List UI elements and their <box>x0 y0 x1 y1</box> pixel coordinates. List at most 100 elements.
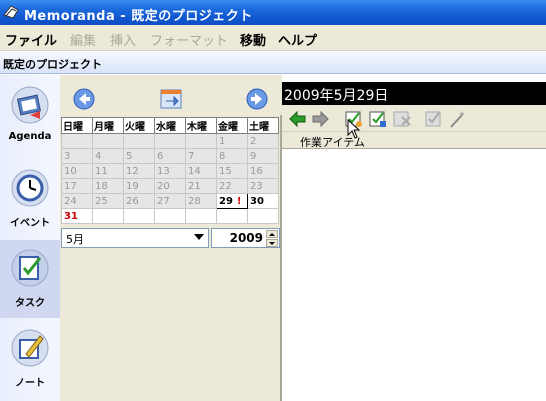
calendar-day[interactable]: 12 <box>123 163 155 179</box>
calendar-day <box>247 208 279 224</box>
weekday-header: 火曜 <box>123 117 155 134</box>
calendar-panel: 日曜 月曜 火曜 水曜 木曜 金曜 土曜 1 2 3 4 5 6 7 8 9 1… <box>60 75 282 401</box>
calendar-day[interactable]: 1 <box>216 133 248 149</box>
month-select[interactable]: 5月 <box>61 228 209 248</box>
calendar-empty-area <box>61 250 280 401</box>
new-subtask-icon[interactable] <box>368 109 388 129</box>
task-icon <box>11 249 49 287</box>
sidebar-item-label: Agenda <box>8 131 52 142</box>
calendar-day[interactable]: 8 <box>216 148 248 164</box>
back-arrow-icon[interactable] <box>288 109 308 129</box>
calendar-day[interactable]: 26 <box>123 193 155 209</box>
next-month-button[interactable] <box>246 88 268 110</box>
chevron-down-icon[interactable] <box>194 234 204 240</box>
calendar-day[interactable]: 16 <box>247 163 279 179</box>
calendar-grid: 日曜 月曜 火曜 水曜 木曜 金曜 土曜 1 2 3 4 5 6 7 8 9 1… <box>61 117 280 224</box>
calendar-day[interactable]: 9 <box>247 148 279 164</box>
delete-task-icon[interactable] <box>392 109 412 129</box>
task-mark: ! <box>236 195 242 207</box>
calendar-day[interactable]: 30 <box>247 193 279 209</box>
calendar-day[interactable]: 5 <box>123 148 155 164</box>
menu-file[interactable]: ファイル <box>5 30 57 49</box>
selected-day-number: 29 <box>219 195 233 207</box>
project-name: 既定のプロジェクト <box>3 58 102 71</box>
calendar-day <box>154 208 186 224</box>
menu-help[interactable]: ヘルプ <box>278 30 317 49</box>
calendar-day[interactable]: 25 <box>92 193 124 209</box>
sidebar-item-label: タスク <box>15 298 45 309</box>
spin-down-icon[interactable] <box>266 239 278 247</box>
calendar-day <box>92 208 124 224</box>
weekday-header: 日曜 <box>61 117 93 134</box>
complete-task-icon[interactable] <box>424 109 444 129</box>
sidebar: Agenda イベント タスク ノート <box>0 75 60 401</box>
mouse-cursor-icon <box>347 119 361 139</box>
calendar-day[interactable]: 24 <box>61 193 93 209</box>
calendar-day[interactable]: 11 <box>92 163 124 179</box>
weekday-header: 土曜 <box>247 117 279 134</box>
calendar-day[interactable]: 6 <box>154 148 186 164</box>
sidebar-item-label: イベント <box>10 218 50 229</box>
date-title: 2009年5月29日 <box>282 82 546 105</box>
calendar-day[interactable]: 15 <box>216 163 248 179</box>
today-button[interactable] <box>160 88 182 110</box>
calendar-day[interactable]: 14 <box>185 163 217 179</box>
calendar-day[interactable]: 17 <box>61 178 93 194</box>
agenda-icon <box>11 86 49 124</box>
calendar-day[interactable]: 23 <box>247 178 279 194</box>
month-year-row: 5月 2009 <box>61 228 280 248</box>
calendar-day[interactable]: 10 <box>61 163 93 179</box>
calendar-day[interactable] <box>61 133 93 149</box>
calendar-day[interactable]: 13 <box>154 163 186 179</box>
weekday-header: 水曜 <box>154 117 186 134</box>
calendar-day <box>216 208 248 224</box>
calendar-day[interactable]: 2 <box>247 133 279 149</box>
calendar-day[interactable]: 22 <box>216 178 248 194</box>
calendar-day[interactable]: 7 <box>185 148 217 164</box>
sidebar-item-label: ノート <box>15 378 45 389</box>
calendar-day[interactable] <box>185 133 217 149</box>
weekday-header: 金曜 <box>216 117 248 134</box>
sidebar-item-agenda[interactable]: Agenda <box>0 77 60 155</box>
menu-insert[interactable]: 挿入 <box>110 30 136 49</box>
sidebar-item-events[interactable]: イベント <box>0 160 60 238</box>
window-title: Memoranda - 既定のプロジェクト <box>24 9 253 24</box>
project-header: 既定のプロジェクト <box>0 52 546 74</box>
menu-edit[interactable]: 編集 <box>70 30 96 49</box>
task-panel: 2009年5月29日 作業アイテム <box>282 75 546 401</box>
calendar-day[interactable]: 27 <box>154 193 186 209</box>
calendar-day[interactable]: 28 <box>185 193 217 209</box>
calendar-day[interactable] <box>123 133 155 149</box>
calendar-day[interactable]: 19 <box>123 178 155 194</box>
menu-format[interactable]: フォーマット <box>150 30 228 49</box>
calendar-day[interactable]: 18 <box>92 178 124 194</box>
forward-arrow-icon[interactable] <box>310 109 330 129</box>
menu-bar: ファイル 編集 挿入 フォーマット 移動 ヘルプ <box>0 25 546 51</box>
note-icon <box>11 329 49 367</box>
calendar-day[interactable]: 31 <box>61 208 93 224</box>
calendar-day <box>123 208 155 224</box>
weekday-header: 木曜 <box>185 117 217 134</box>
spin-up-icon[interactable] <box>266 230 278 238</box>
calendar-day[interactable]: 20 <box>154 178 186 194</box>
sidebar-item-tasks[interactable]: タスク <box>0 240 60 318</box>
magic-wand-icon[interactable] <box>448 109 468 129</box>
year-value: 2009 <box>229 231 263 245</box>
title-bar[interactable]: Memoranda - 既定のプロジェクト <box>0 0 546 25</box>
sidebar-item-notes[interactable]: ノート <box>0 320 60 398</box>
month-value: 5月 <box>66 233 84 246</box>
calendar-day[interactable]: 21 <box>185 178 217 194</box>
calendar-day[interactable] <box>92 133 124 149</box>
calendar-day[interactable]: 3 <box>61 148 93 164</box>
year-spinner[interactable]: 2009 <box>211 228 280 248</box>
calendar-day[interactable] <box>154 133 186 149</box>
calendar-day-selected[interactable]: 29! <box>216 193 248 209</box>
task-toolbar <box>282 105 546 131</box>
task-table-header: 作業アイテム <box>282 131 546 149</box>
weekday-header: 月曜 <box>92 117 124 134</box>
calendar-day <box>185 208 217 224</box>
previous-month-button[interactable] <box>73 88 95 110</box>
app-icon <box>3 5 19 19</box>
menu-go[interactable]: 移動 <box>240 30 266 49</box>
calendar-day[interactable]: 4 <box>92 148 124 164</box>
